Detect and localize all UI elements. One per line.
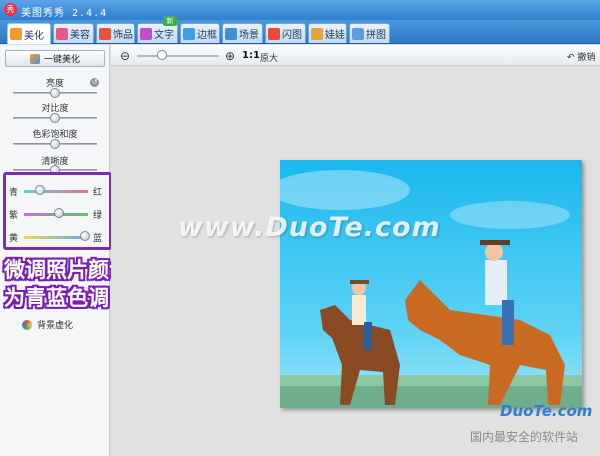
- blue-label: 蓝: [93, 234, 103, 244]
- app-logo-icon: 秀: [4, 3, 17, 16]
- background-blur-item[interactable]: 背景虚化: [22, 318, 73, 331]
- yellow-label: 黄: [9, 234, 19, 244]
- tab-5[interactable]: 边框: [180, 23, 220, 43]
- tab-label: 美容: [70, 30, 90, 41]
- tab-bar: 美化 美容 饰品 文字 边框 场景 闪图 娃娃 拼图: [0, 20, 600, 44]
- cyan-red-slider[interactable]: [24, 185, 88, 195]
- color-balance-box: 青 红 紫 绿 黄 蓝: [3, 172, 112, 250]
- tab-2[interactable]: 美容: [53, 23, 94, 43]
- edited-photo: [280, 160, 582, 408]
- original-size-label[interactable]: 原大: [260, 51, 278, 64]
- undo-icon: ↶: [567, 53, 578, 63]
- scene-icon: [225, 27, 237, 40]
- one-click-beautify-button[interactable]: 一键美化: [5, 50, 105, 67]
- contrast-knob[interactable]: [50, 113, 60, 123]
- brightness-knob[interactable]: [50, 88, 60, 98]
- doll-icon: [311, 27, 323, 40]
- frame-icon: [183, 27, 195, 40]
- brightness-slider[interactable]: [13, 88, 97, 98]
- tab-9[interactable]: 拼图: [349, 23, 390, 43]
- flash-icon: [268, 27, 280, 40]
- cyan-label: 青: [9, 188, 19, 198]
- yellow-blue-slider[interactable]: [24, 231, 90, 241]
- color-wheel-icon: [22, 319, 32, 330]
- actual-size-button[interactable]: 1:1: [242, 50, 260, 61]
- tab-label: 闪图: [282, 30, 302, 41]
- saturation-slider[interactable]: [13, 139, 97, 149]
- tab-3[interactable]: 饰品: [96, 23, 135, 43]
- yellow-blue-knob[interactable]: [79, 231, 90, 241]
- annotation-line-2: 为青蓝色调: [4, 286, 109, 310]
- sharpness-slider[interactable]: [13, 165, 97, 175]
- tab-label: 场景: [239, 30, 259, 41]
- site-logo: DuoTe.com: [500, 402, 593, 420]
- saturation-knob[interactable]: [50, 139, 60, 149]
- purple-label: 紫: [9, 211, 19, 221]
- cyan-red-knob[interactable]: [35, 185, 45, 195]
- zoom-slider[interactable]: [137, 55, 219, 57]
- tab-1[interactable]: 美化: [7, 23, 51, 44]
- tab-8[interactable]: 娃娃: [308, 23, 347, 43]
- tab-label: 文字: [154, 30, 174, 41]
- puzzle-icon: [352, 27, 364, 40]
- heart-icon: [99, 27, 111, 40]
- left-panel: 一键美化 ↺ 亮度 对比度 色彩饱和度 清晰度 青 红 紫 绿 黄 蓝 微调照片…: [0, 45, 130, 456]
- new-badge: 新: [163, 16, 177, 26]
- tab-label: 娃娃: [325, 30, 345, 41]
- green-label: 绿: [93, 211, 103, 221]
- background-blur-label: 背景虚化: [37, 321, 74, 331]
- tab-4[interactable]: 文字: [137, 23, 178, 43]
- zoom-knob[interactable]: [156, 50, 167, 60]
- text-icon: [140, 27, 152, 40]
- zoom-out-icon[interactable]: ⊖: [120, 49, 130, 63]
- tab-label: 美化: [24, 30, 44, 42]
- magic-wand-icon: [29, 53, 40, 64]
- zoom-toolbar: ⊖ ⊕ 1:1 原大 ↶ 撤销: [111, 45, 600, 66]
- tab-label: 饰品: [113, 30, 133, 41]
- tab-6[interactable]: 场景: [222, 23, 263, 43]
- title-bar: 秀 美图秀秀 2.4.4: [0, 0, 600, 20]
- photo-horse-riders-image: [280, 160, 582, 408]
- makeup-icon: [56, 27, 68, 40]
- center-watermark: www.DuoTe.com: [178, 212, 441, 243]
- tab-label: 拼图: [366, 30, 386, 41]
- beautify-icon: [10, 28, 22, 40]
- purple-green-knob[interactable]: [54, 208, 65, 218]
- site-slogan: 国内最安全的软件站: [470, 430, 579, 444]
- tab-label: 边框: [197, 30, 217, 41]
- purple-green-slider[interactable]: [24, 208, 88, 218]
- contrast-slider[interactable]: [13, 113, 97, 123]
- undo-button[interactable]: ↶ 撤销: [567, 50, 595, 63]
- one-click-label: 一键美化: [43, 55, 80, 65]
- zoom-in-icon[interactable]: ⊕: [225, 49, 235, 63]
- window-title: 美图秀秀 2.4.4: [21, 8, 108, 19]
- red-label: 红: [93, 188, 103, 198]
- tab-7[interactable]: 闪图: [265, 23, 306, 43]
